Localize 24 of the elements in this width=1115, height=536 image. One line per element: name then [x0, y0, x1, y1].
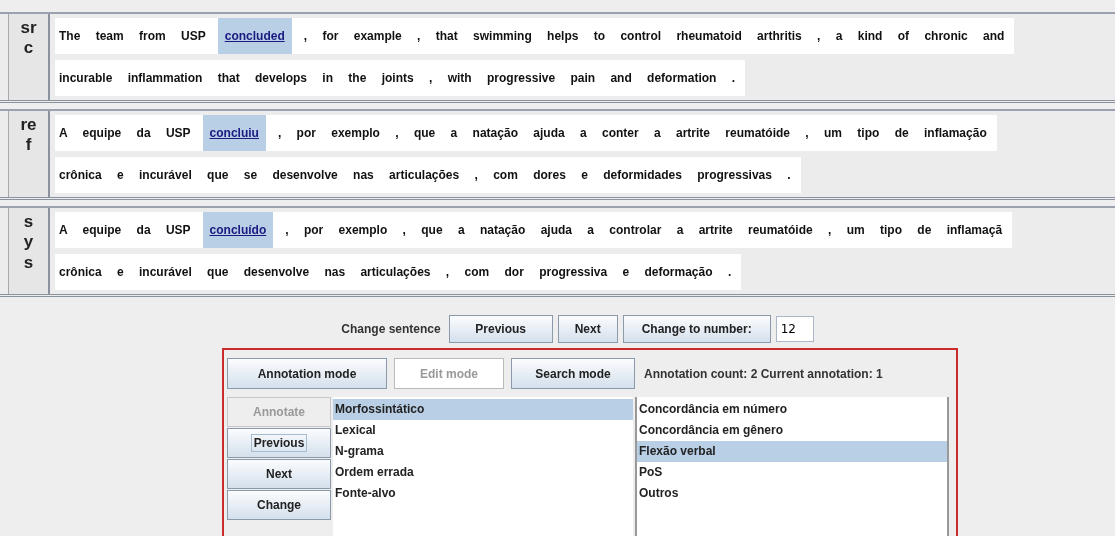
nav-button[interactable]: Previous: [448, 315, 553, 343]
subcategory-item[interactable]: Flexão verbal: [637, 441, 947, 462]
action-button[interactable]: Next: [227, 459, 331, 489]
nav-button[interactable]: Change to number:: [622, 315, 771, 343]
row-label: sys: [8, 208, 50, 294]
mode-button[interactable]: Annotation mode: [227, 358, 387, 389]
change-sentence-label: Change sentence: [341, 322, 441, 336]
category-item[interactable]: Lexical: [333, 420, 633, 441]
subcategory-item[interactable]: PoS: [637, 462, 947, 483]
category-item[interactable]: Ordem errada: [333, 462, 633, 483]
subcategory-item[interactable]: Concordância em gênero: [637, 420, 947, 441]
subcategory-item[interactable]: Outros: [637, 483, 947, 504]
mode-button[interactable]: Search mode: [511, 358, 635, 389]
category-item[interactable]: N-grama: [333, 441, 633, 462]
action-button[interactable]: Change: [227, 490, 331, 520]
row-label: ref: [8, 111, 50, 197]
annotation-status: Annotation count: 2 Current annotation: 1: [644, 366, 883, 381]
category-item[interactable]: Fonte-alvo: [333, 483, 633, 504]
row-label: src: [8, 14, 50, 100]
nav-button[interactable]: Next: [557, 315, 618, 343]
action-button[interactable]: Previous: [227, 428, 331, 458]
number-field[interactable]: 12: [775, 316, 814, 342]
category-item[interactable]: Morfossintático: [333, 399, 633, 420]
subcategory-item[interactable]: Concordância em número: [637, 399, 947, 420]
